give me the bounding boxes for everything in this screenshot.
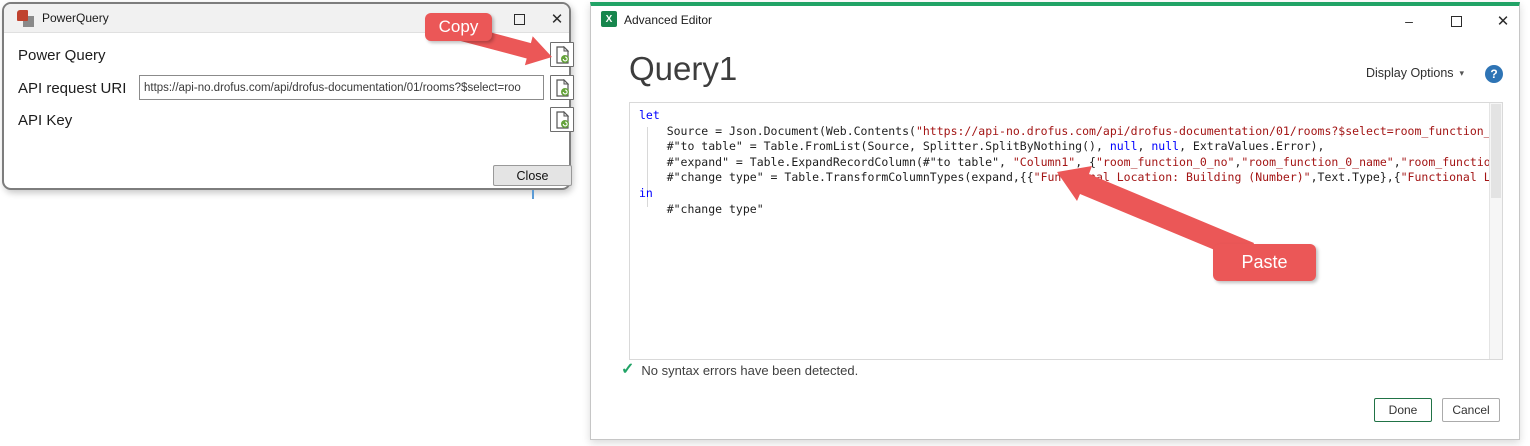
advanced-editor-window: X Advanced Editor – ✕ Query1 Display Opt… xyxy=(590,2,1520,440)
query-title: Query1 xyxy=(629,50,737,88)
code-line: #"change type" xyxy=(639,202,1489,218)
copy-api-key-button[interactable] xyxy=(550,107,574,132)
code-editor[interactable]: let Source = Json.Document(Web.Contents(… xyxy=(629,102,1503,360)
maximize-button[interactable] xyxy=(507,7,531,31)
syntax-status: ✓ No syntax errors have been detected. xyxy=(621,362,858,378)
close-window-button[interactable]: ✕ xyxy=(1491,9,1515,33)
done-button[interactable]: Done xyxy=(1374,398,1432,422)
help-icon[interactable]: ? xyxy=(1485,65,1503,83)
api-request-uri-input[interactable] xyxy=(139,75,544,100)
code-line: let xyxy=(639,108,1489,124)
chevron-down-icon: ▾ xyxy=(1460,68,1465,79)
scrollbar-thumb[interactable] xyxy=(1491,104,1501,198)
copy-page-icon xyxy=(554,79,570,97)
code-line: in xyxy=(639,186,1489,202)
maximize-button[interactable] xyxy=(1444,9,1468,33)
close-button[interactable]: Close xyxy=(493,165,572,186)
maximize-icon xyxy=(1451,16,1462,27)
code-line: #"expand" = Table.ExpandRecordColumn(#"t… xyxy=(639,155,1489,171)
code-line: #"change type" = Table.TransformColumnTy… xyxy=(639,170,1489,186)
copy-page-icon xyxy=(554,46,570,64)
syntax-status-text: No syntax errors have been detected. xyxy=(641,363,858,378)
drofus-app-icon xyxy=(17,10,34,27)
excel-app-icon: X xyxy=(601,11,617,27)
cursor-artifact xyxy=(532,190,534,199)
maximize-icon xyxy=(514,14,525,25)
check-icon: ✓ xyxy=(621,362,634,378)
powerquery-window-title: PowerQuery xyxy=(42,11,109,25)
advanced-editor-titlebar[interactable]: X Advanced Editor – ✕ xyxy=(591,6,1519,34)
copy-power-query-button[interactable] xyxy=(550,42,574,67)
power-query-label: Power Query xyxy=(18,47,106,64)
display-options-dropdown[interactable]: Display Options ▾ xyxy=(1366,66,1464,80)
advanced-editor-window-title: Advanced Editor xyxy=(624,13,712,27)
screenshot-stage: PowerQuery ✕ Power Query API request URI… xyxy=(0,0,1530,446)
copy-callout: Copy xyxy=(425,13,492,41)
cancel-button[interactable]: Cancel xyxy=(1442,398,1500,422)
code-line: #"to table" = Table.FromList(Source, Spl… xyxy=(639,139,1489,155)
minimize-button[interactable]: – xyxy=(1397,9,1421,33)
paste-callout: Paste xyxy=(1213,244,1316,281)
display-options-label: Display Options xyxy=(1366,66,1454,80)
copy-api-uri-button[interactable] xyxy=(550,75,574,100)
code-line: Source = Json.Document(Web.Contents("htt… xyxy=(639,124,1489,140)
vertical-scrollbar[interactable] xyxy=(1489,103,1502,359)
close-window-button[interactable]: ✕ xyxy=(545,7,569,31)
api-request-uri-label: API request URI xyxy=(18,80,126,97)
api-key-label: API Key xyxy=(18,112,72,129)
copy-page-icon xyxy=(554,111,570,129)
code-editor-content[interactable]: let Source = Json.Document(Web.Contents(… xyxy=(630,103,1489,359)
